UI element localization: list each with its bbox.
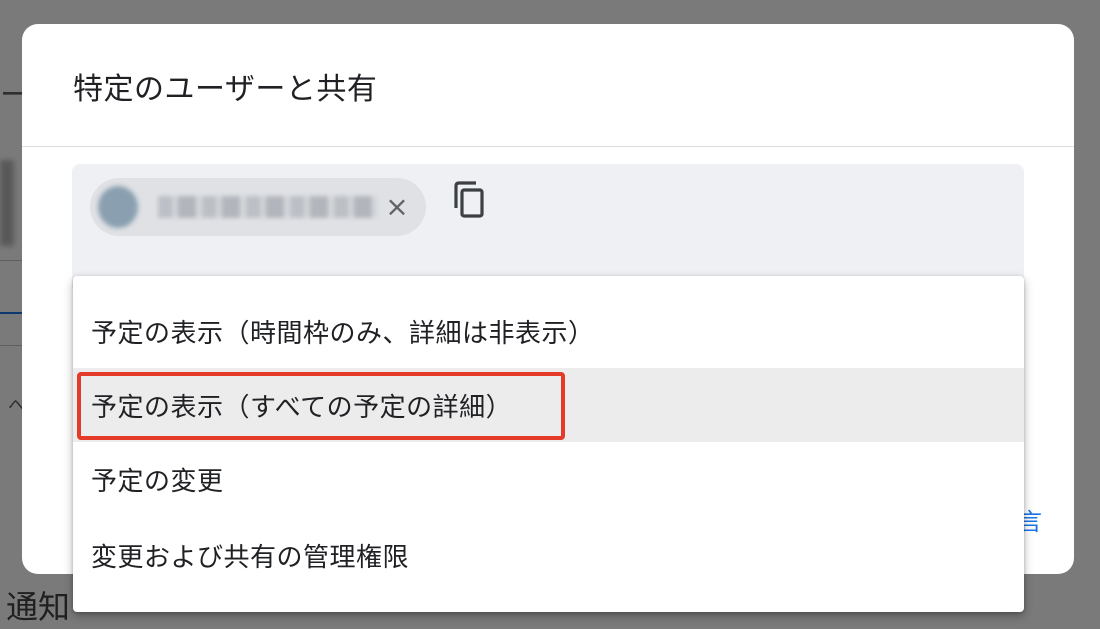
highlight-annotation bbox=[77, 372, 565, 440]
close-icon[interactable]: × bbox=[380, 190, 414, 224]
recipient-input-area[interactable]: × bbox=[72, 164, 1024, 289]
recipient-chip[interactable]: × bbox=[90, 178, 426, 236]
recipient-email-redacted bbox=[158, 196, 378, 218]
menu-item-manage-sharing[interactable]: 変更および共有の管理権限 bbox=[73, 518, 1024, 592]
permission-dropdown-menu: 予定の表示（時間枠のみ、詳細は非表示） 予定の表示（すべての予定の詳細） 予定の… bbox=[73, 276, 1024, 612]
avatar bbox=[98, 186, 138, 228]
dialog-divider bbox=[22, 146, 1074, 147]
dialog-title: 特定のユーザーと共有 bbox=[73, 72, 378, 107]
menu-item-view-free-busy[interactable]: 予定の表示（時間枠のみ、詳細は非表示） bbox=[73, 294, 1024, 368]
menu-item-make-changes[interactable]: 予定の変更 bbox=[73, 442, 1024, 516]
copy-icon[interactable] bbox=[450, 178, 490, 222]
